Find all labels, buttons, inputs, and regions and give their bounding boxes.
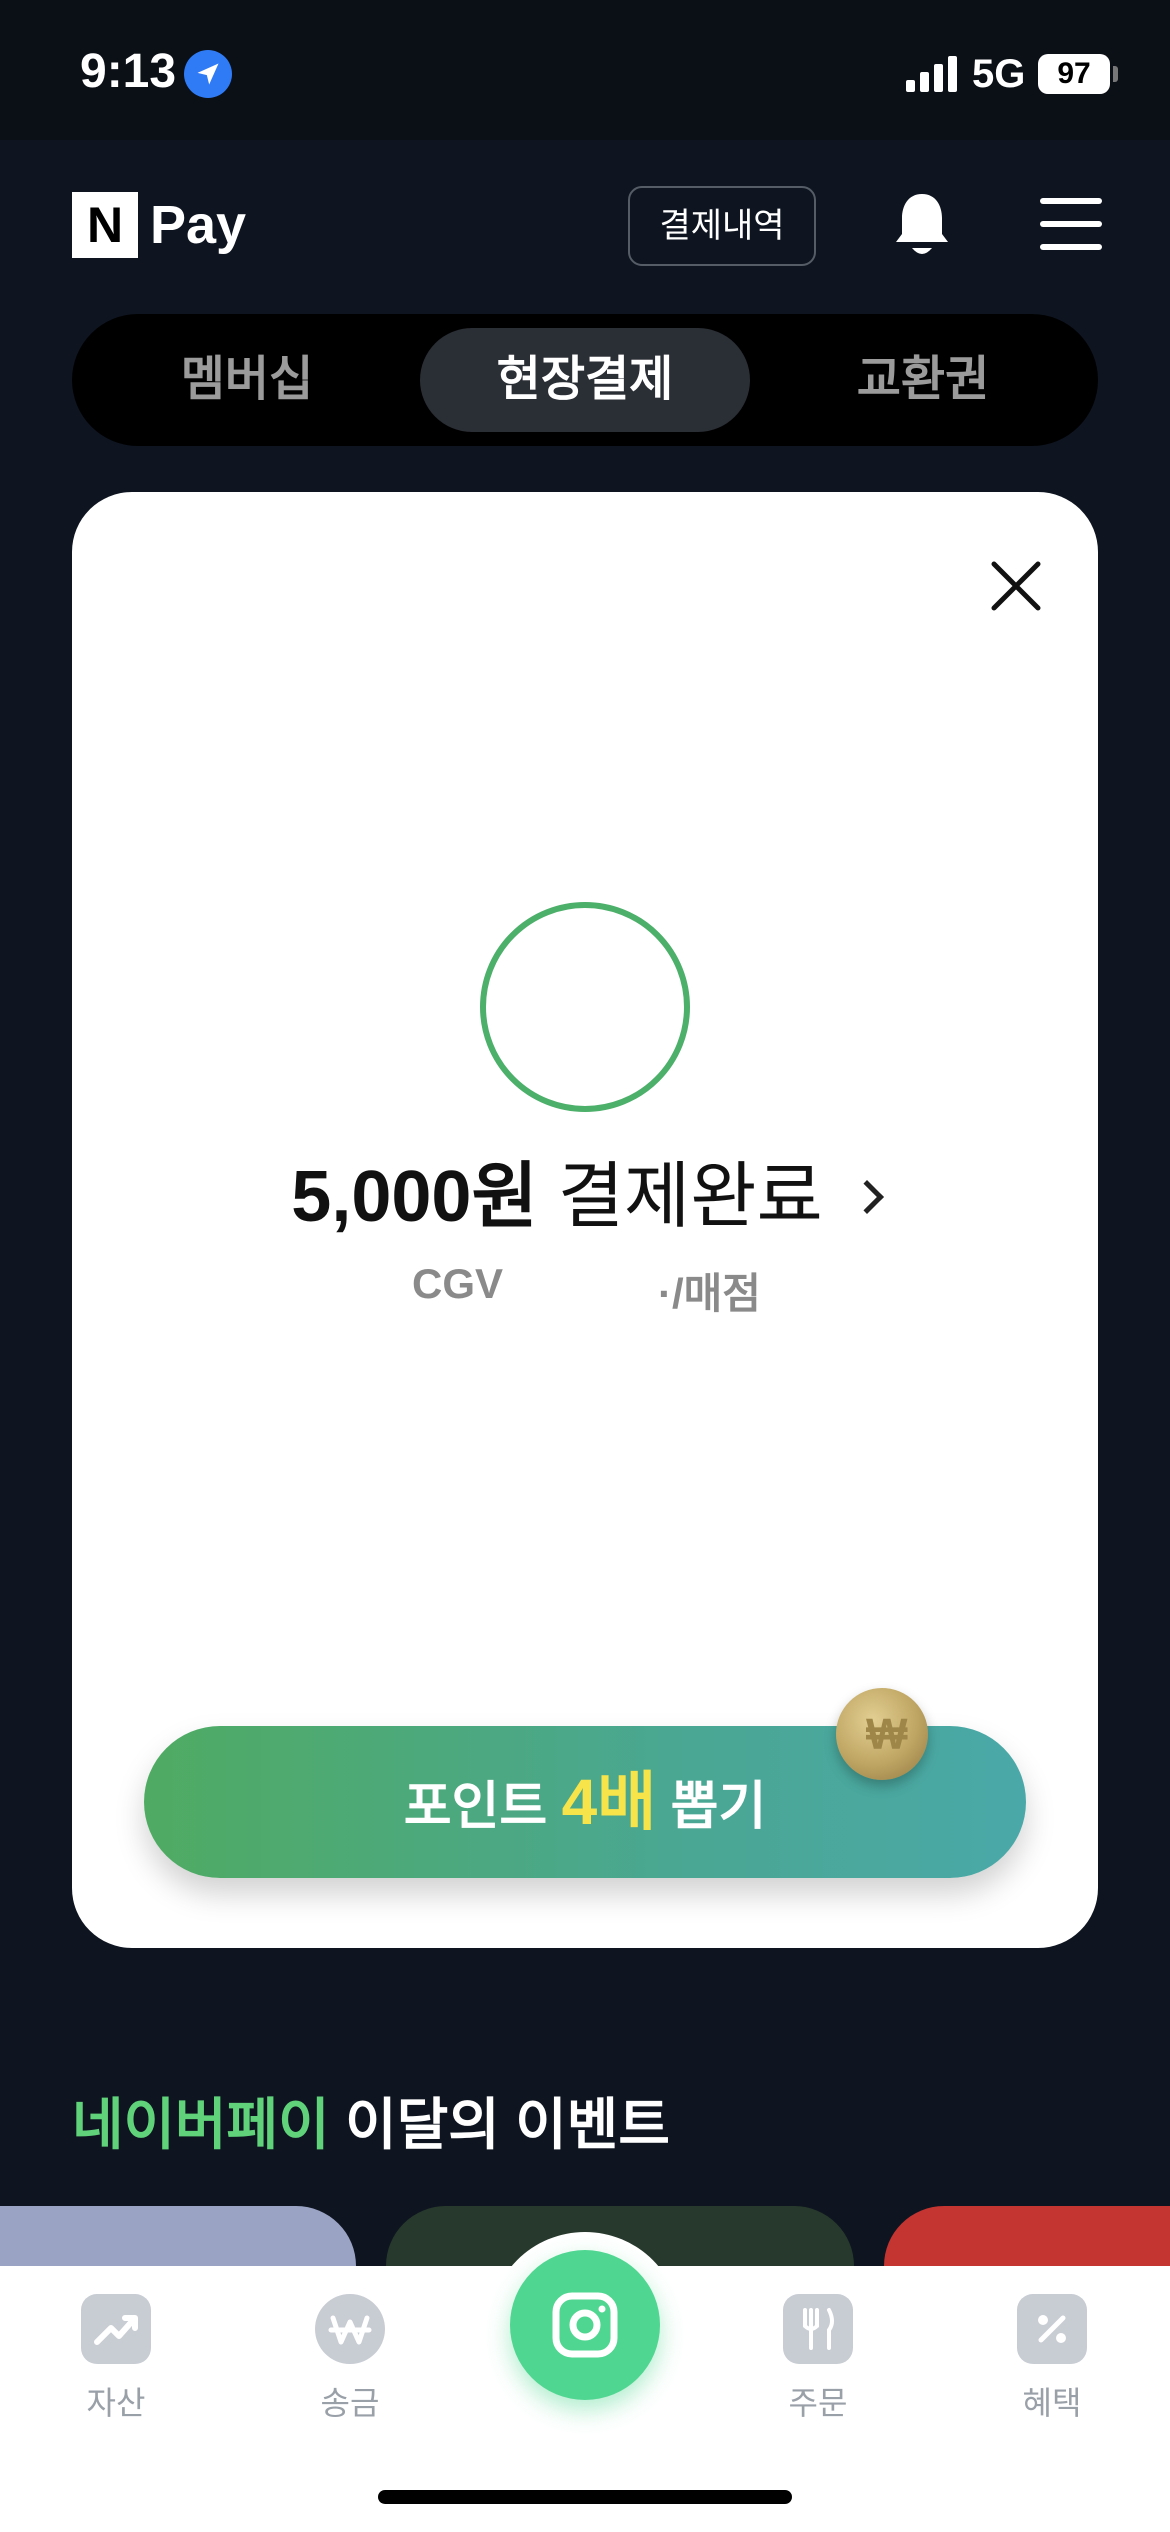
naver-logo-icon: N (72, 192, 138, 258)
scan-pay-button[interactable] (510, 2250, 660, 2400)
close-icon[interactable] (986, 556, 1046, 616)
coin-symbol: ₩ (866, 1710, 908, 1759)
location-arrow-icon (184, 50, 232, 98)
percent-coupon-icon (1017, 2294, 1087, 2364)
battery-icon: 97 (1038, 54, 1110, 94)
fork-knife-icon (783, 2294, 853, 2364)
payment-history-button[interactable]: 결제내역 (628, 186, 816, 266)
payment-summary[interactable]: 5,000원 결제완료 (72, 1152, 1098, 1242)
tab-membership[interactable]: 멤버십 (112, 328, 382, 432)
coin-icon: ₩ (836, 1688, 928, 1780)
merchant-branch: ·/매점 (658, 1270, 761, 1317)
bell-icon[interactable] (892, 190, 952, 260)
payment-status: 결제완료 (557, 1157, 823, 1237)
chart-up-icon (81, 2294, 151, 2364)
events-title-brand: 네이버페이 (72, 2093, 330, 2156)
status-time: 9:13 (80, 45, 177, 98)
events-section-title: 네이버페이 이달의 이벤트 (72, 2080, 670, 2161)
nav-label-transfer: 송금 (320, 2385, 380, 2421)
nav-item-transfer[interactable]: 송금 (290, 2294, 410, 2424)
nav-label-assets: 자산 (86, 2385, 146, 2421)
hamburger-menu-icon[interactable] (1040, 198, 1102, 250)
signal-icon (906, 56, 958, 92)
payment-tabs: 멤버십 현장결제 교환권 (72, 314, 1098, 446)
home-indicator[interactable] (378, 2490, 792, 2504)
won-icon (315, 2294, 385, 2364)
payment-result-card: 5,000원 결제완료 CGV ·/매점 포인트 4배 뽑기 ₩ (72, 492, 1098, 1948)
promo-prefix: 포인트 (403, 1778, 562, 1836)
nav-item-assets[interactable]: 자산 (56, 2294, 176, 2424)
payment-amount: 5,000원 (291, 1157, 538, 1237)
nav-label-benefits: 혜택 (1022, 2385, 1082, 2421)
nav-item-order[interactable]: 주문 (758, 2294, 878, 2424)
promo-suffix: 뽑기 (656, 1778, 767, 1836)
nav-label-order: 주문 (788, 2385, 848, 2421)
merchant-name: CGV (412, 1260, 504, 1307)
tab-onsite-payment[interactable]: 현장결제 (420, 328, 750, 432)
tab-voucher[interactable]: 교환권 (788, 328, 1058, 432)
success-ring (480, 902, 690, 1112)
promo-highlight: 4배 (561, 1766, 657, 1838)
battery-level: 97 (1057, 57, 1091, 90)
network-label: 5G (972, 52, 1026, 96)
nav-item-benefits[interactable]: 혜택 (992, 2294, 1112, 2424)
chevron-right-icon (849, 1180, 884, 1214)
app-header: N Pay 결제내역 (0, 140, 1170, 300)
battery-tip (1113, 66, 1118, 82)
events-title-text: 이달의 이벤트 (329, 2093, 670, 2156)
logo-pay-text: Pay (150, 195, 247, 255)
status-bar: 9:13 5G 97 (0, 0, 1170, 140)
